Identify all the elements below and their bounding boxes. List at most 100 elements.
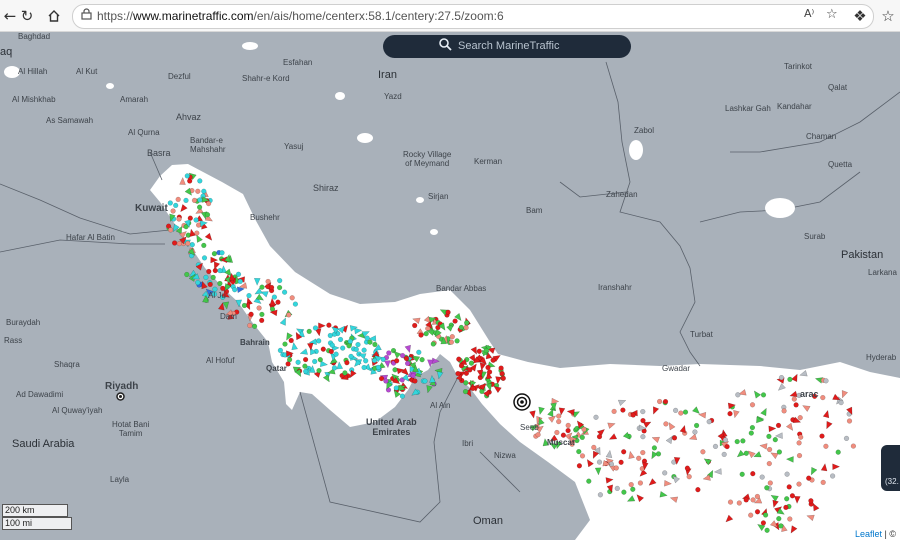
vessel-marker[interactable] — [416, 349, 422, 355]
vessel-marker[interactable] — [846, 418, 853, 424]
vessel-marker[interactable] — [843, 435, 850, 442]
vessel-marker[interactable] — [586, 478, 592, 484]
vessel-marker[interactable] — [743, 450, 749, 456]
vessel-marker[interactable] — [470, 385, 476, 392]
vessel-marker[interactable] — [337, 336, 344, 343]
vessel-marker[interactable] — [640, 450, 646, 456]
vessel-marker[interactable] — [793, 402, 799, 408]
vessel-marker[interactable] — [808, 498, 814, 504]
vessel-marker[interactable] — [748, 430, 754, 436]
refresh-icon[interactable]: ↻ — [17, 6, 37, 26]
vessel-marker[interactable] — [786, 484, 792, 490]
vessel-marker[interactable] — [760, 392, 767, 398]
vessel-marker[interactable] — [776, 449, 783, 455]
vessel-marker[interactable] — [754, 509, 761, 515]
vessel-marker[interactable] — [796, 481, 802, 487]
vessel-marker[interactable] — [393, 385, 399, 391]
vessel-marker[interactable] — [682, 409, 689, 415]
vessel-marker[interactable] — [394, 358, 400, 364]
vessel-marker[interactable] — [277, 285, 283, 291]
vessel-marker[interactable] — [405, 360, 411, 367]
vessel-marker[interactable] — [185, 240, 191, 247]
vessel-marker[interactable] — [195, 188, 201, 194]
vessel-marker[interactable] — [797, 415, 803, 421]
vessel-marker[interactable] — [348, 353, 354, 360]
vessel-marker[interactable] — [176, 241, 182, 247]
vessel-marker[interactable] — [796, 440, 802, 446]
vessel-marker[interactable] — [191, 197, 198, 204]
vessel-marker[interactable] — [445, 309, 451, 315]
vessel-marker[interactable] — [739, 471, 745, 477]
vessel-marker[interactable] — [787, 516, 793, 522]
vessel-marker[interactable] — [735, 392, 741, 398]
vessel-marker[interactable] — [316, 368, 322, 374]
vessel-marker[interactable] — [778, 523, 784, 529]
vessel-marker[interactable] — [317, 357, 323, 363]
vessel-marker[interactable] — [410, 373, 416, 379]
home-icon[interactable] — [44, 6, 64, 26]
vessel-marker[interactable] — [183, 197, 189, 204]
vessel-marker[interactable] — [189, 242, 195, 248]
vessel-marker[interactable] — [259, 317, 265, 324]
vessel-marker[interactable] — [458, 363, 465, 369]
vessel-marker[interactable] — [750, 497, 756, 503]
vessel-marker[interactable] — [312, 325, 319, 331]
vessel-marker[interactable] — [620, 407, 626, 413]
vessel-marker[interactable] — [342, 370, 348, 376]
vessel-marker[interactable] — [375, 364, 382, 371]
vessel-marker[interactable] — [576, 449, 582, 455]
vessel-marker[interactable] — [850, 443, 857, 449]
vessel-marker[interactable] — [367, 339, 373, 345]
vessel-marker[interactable] — [462, 389, 469, 395]
vessel-marker[interactable] — [560, 432, 567, 438]
vessel-marker[interactable] — [316, 338, 322, 344]
vessel-marker[interactable] — [449, 334, 455, 340]
vessel-marker[interactable] — [454, 338, 460, 344]
vessel-marker[interactable] — [611, 408, 617, 415]
vessel-marker[interactable] — [596, 459, 603, 465]
vessel-marker[interactable] — [197, 204, 203, 210]
vessel-marker[interactable] — [347, 338, 353, 345]
vessel-marker[interactable] — [201, 255, 208, 261]
vessel-marker[interactable] — [235, 271, 242, 277]
vessel-marker[interactable] — [302, 363, 308, 369]
vessel-marker[interactable] — [422, 378, 428, 384]
vessel-marker[interactable] — [248, 311, 254, 317]
vessel-marker[interactable] — [784, 496, 790, 502]
vessel-marker[interactable] — [678, 410, 684, 416]
vessel-marker[interactable] — [167, 200, 173, 206]
vessel-marker[interactable] — [490, 357, 496, 363]
vessel-marker[interactable] — [436, 371, 444, 380]
vessel-marker[interactable] — [176, 216, 182, 222]
vessel-marker[interactable] — [256, 305, 262, 311]
vessel-marker[interactable] — [217, 280, 223, 287]
vessel-marker[interactable] — [320, 346, 326, 352]
vessel-marker[interactable] — [630, 412, 636, 418]
vessel-marker[interactable] — [556, 413, 562, 419]
vessel-marker[interactable] — [686, 474, 692, 480]
vessel-marker[interactable] — [237, 278, 243, 285]
vessel-marker[interactable] — [463, 325, 469, 331]
vessel-marker[interactable] — [246, 293, 252, 299]
leaflet-link[interactable]: Leaflet — [855, 529, 882, 539]
vessel-marker[interactable] — [614, 485, 620, 492]
vessel-marker[interactable] — [412, 322, 418, 329]
vessel-marker[interactable] — [326, 322, 332, 328]
vessel-marker[interactable] — [206, 201, 212, 207]
vessel-marker[interactable] — [346, 343, 352, 349]
vessel-marker[interactable] — [430, 341, 436, 347]
vessel-marker[interactable] — [201, 242, 207, 249]
vessel-marker[interactable] — [193, 217, 199, 223]
vessel-marker[interactable] — [204, 212, 211, 218]
vessel-marker[interactable] — [823, 378, 829, 384]
selected-vessel-target-icon[interactable] — [512, 392, 532, 412]
vessel-marker[interactable] — [749, 402, 756, 408]
vessel-marker[interactable] — [329, 342, 335, 348]
vessel-marker[interactable] — [355, 342, 361, 348]
vessel-marker[interactable] — [656, 398, 663, 405]
vessel-marker[interactable] — [838, 400, 844, 406]
extensions-icon[interactable]: ❖ — [850, 6, 870, 26]
vessel-marker[interactable] — [172, 240, 178, 246]
vessel-marker[interactable] — [455, 371, 461, 377]
vessel-marker[interactable] — [282, 341, 288, 347]
